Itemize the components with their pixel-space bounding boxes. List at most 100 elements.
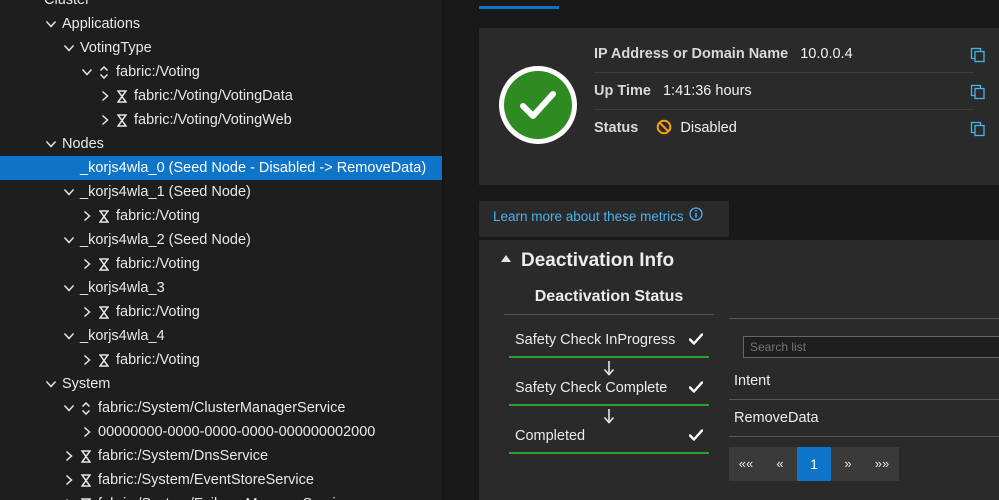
info-icon: [689, 207, 704, 222]
copy-icon[interactable]: [970, 121, 986, 137]
intent-list: Intent RemoveData: [729, 318, 999, 438]
uptime-value: 1:41:36 hours: [662, 83, 752, 99]
tree-node[interactable]: fabric:/System/DnsService: [0, 444, 442, 468]
tree-node[interactable]: Nodes: [0, 132, 442, 156]
last-page-button[interactable]: »»: [865, 447, 899, 481]
step-label: Safety Check InProgress: [515, 332, 676, 348]
tree-node-label: 00000000-0000-0000-0000-000000002000: [98, 424, 376, 440]
active-tab-indicator: [479, 6, 559, 9]
tree-node-label: fabric:/System/ClusterManagerService: [98, 400, 346, 416]
pagination: «« « 1 » »»: [729, 447, 899, 481]
details-panel: IP Address or Domain Name 10.0.0.4 Up Ti…: [444, 0, 999, 500]
deactivation-info-header[interactable]: Deactivation Info: [501, 250, 674, 272]
disabled-icon: [657, 119, 672, 134]
tree-node[interactable]: VotingType: [0, 36, 442, 60]
chevron-right-icon[interactable]: [98, 108, 112, 132]
tree-node[interactable]: Applications: [0, 12, 442, 36]
page-1-button[interactable]: 1: [797, 447, 831, 481]
chevron-right-icon[interactable]: [62, 492, 76, 500]
cluster-tree: Cluster Applications VotingType fabric:/Vot…: [0, 0, 442, 500]
copy-icon[interactable]: [970, 47, 986, 63]
tree-node[interactable]: fabric:/System/ClusterManagerService: [0, 396, 442, 420]
chevron-right-icon[interactable]: [80, 252, 94, 276]
ip-address-value: 10.0.0.4: [800, 46, 853, 62]
tree-node[interactable]: _korjs4wla_0 (Seed Node - Disabled -> Re…: [0, 156, 442, 180]
tree-node-label: fabric:/System/FailoverManagerService: [98, 492, 351, 500]
tree-node[interactable]: fabric:/Voting: [0, 60, 442, 84]
hourglass-icon: [98, 252, 110, 276]
tree-node[interactable]: fabric:/Voting/VotingData: [0, 84, 442, 108]
tree-node[interactable]: _korjs4wla_4: [0, 324, 442, 348]
tree-node[interactable]: fabric:/System/FailoverManagerService: [0, 492, 442, 500]
chevron-right-icon[interactable]: [80, 204, 94, 228]
tree-node-label: fabric:/Voting: [116, 304, 200, 320]
checkmark-icon: [520, 91, 556, 119]
tree-node[interactable]: fabric:/System/EventStoreService: [0, 468, 442, 492]
chevron-right-icon[interactable]: [80, 420, 94, 444]
tree-node[interactable]: _korjs4wla_3: [0, 276, 442, 300]
chevron-down-icon[interactable]: [44, 12, 58, 36]
tree-node[interactable]: fabric:/Voting: [0, 300, 442, 324]
uptime-row: Up Time 1:41:36 hours: [594, 73, 985, 110]
tree-node-label: _korjs4wla_3: [80, 280, 165, 296]
status-value: Disabled: [680, 120, 737, 136]
learn-more-text[interactable]: Learn more about these metrics: [493, 209, 684, 224]
copy-icon[interactable]: [970, 84, 986, 100]
hourglass-icon: [98, 204, 110, 228]
deactivation-step: Safety Check InProgress: [509, 322, 709, 358]
tree-node-label: fabric:/System/DnsService: [98, 448, 269, 464]
ip-address-label: IP Address or Domain Name: [594, 46, 789, 62]
step-label: Completed: [515, 428, 586, 444]
tree-node-label: _korjs4wla_4: [80, 328, 165, 344]
step-label: Safety Check Complete: [515, 380, 668, 396]
chevron-right-icon[interactable]: [62, 468, 76, 492]
learn-more-link[interactable]: Learn more about these metrics: [479, 201, 729, 237]
chevron-right-icon[interactable]: [80, 300, 94, 324]
chevron-down-icon[interactable]: [80, 60, 94, 84]
tree-node[interactable]: fabric:/Voting: [0, 252, 442, 276]
deactivation-step: Completed: [509, 418, 709, 454]
hourglass-icon: [80, 492, 92, 500]
tree-node-label: _korjs4wla_0 (Seed Node - Disabled -> Re…: [80, 160, 427, 176]
tree-node[interactable]: _korjs4wla_1 (Seed Node): [0, 180, 442, 204]
tree-node[interactable]: _korjs4wla_2 (Seed Node): [0, 228, 442, 252]
tree-node-label: _korjs4wla_1 (Seed Node): [80, 184, 251, 200]
tree-node-label: Nodes: [62, 136, 104, 152]
tree-node[interactable]: System: [0, 372, 442, 396]
chevron-down-icon[interactable]: [62, 276, 76, 300]
collapse-triangle-icon[interactable]: [501, 255, 511, 263]
hourglass-icon: [80, 444, 92, 468]
search-list-input[interactable]: [743, 336, 999, 358]
deactivation-step: Safety Check Complete: [509, 370, 709, 406]
tree-node[interactable]: fabric:/Voting/VotingWeb: [0, 108, 442, 132]
tree-node-label: fabric:/System/EventStoreService: [98, 472, 314, 488]
tree-node[interactable]: fabric:/Voting: [0, 348, 442, 372]
chevron-down-icon[interactable]: [62, 36, 76, 60]
chevron-down-icon[interactable]: [44, 372, 58, 396]
tree-node-label: fabric:/Voting/VotingWeb: [134, 112, 292, 128]
first-page-button[interactable]: ««: [729, 447, 763, 481]
chevron-down-icon[interactable]: [44, 132, 58, 156]
chevron-right-icon[interactable]: [80, 348, 94, 372]
chevron-right-icon[interactable]: [98, 84, 112, 108]
tree-node[interactable]: Cluster: [0, 0, 442, 12]
ip-address-row: IP Address or Domain Name 10.0.0.4: [594, 36, 985, 73]
deactivation-info-title: Deactivation Info: [521, 250, 675, 271]
chevron-down-icon[interactable]: [62, 228, 76, 252]
chevron-down-icon[interactable]: [62, 324, 76, 348]
uptime-label: Up Time: [594, 83, 651, 99]
tree-node-label: _korjs4wla_2 (Seed Node): [80, 232, 251, 248]
hourglass-icon: [98, 300, 110, 324]
tree-node-label: Cluster: [44, 0, 90, 8]
tree-node-label: fabric:/Voting: [116, 64, 200, 80]
tree-node-label: fabric:/Voting: [116, 208, 200, 224]
chevron-down-icon[interactable]: [62, 396, 76, 420]
previous-page-button[interactable]: «: [763, 447, 797, 481]
upgrading-icon: [80, 396, 92, 420]
chevron-right-icon[interactable]: [62, 444, 76, 468]
tree-node[interactable]: 00000000-0000-0000-0000-000000002000: [0, 420, 442, 444]
next-page-button[interactable]: »: [831, 447, 865, 481]
tree-node[interactable]: fabric:/Voting: [0, 204, 442, 228]
chevron-down-icon[interactable]: [62, 180, 76, 204]
tree-node-label: System: [62, 376, 111, 392]
